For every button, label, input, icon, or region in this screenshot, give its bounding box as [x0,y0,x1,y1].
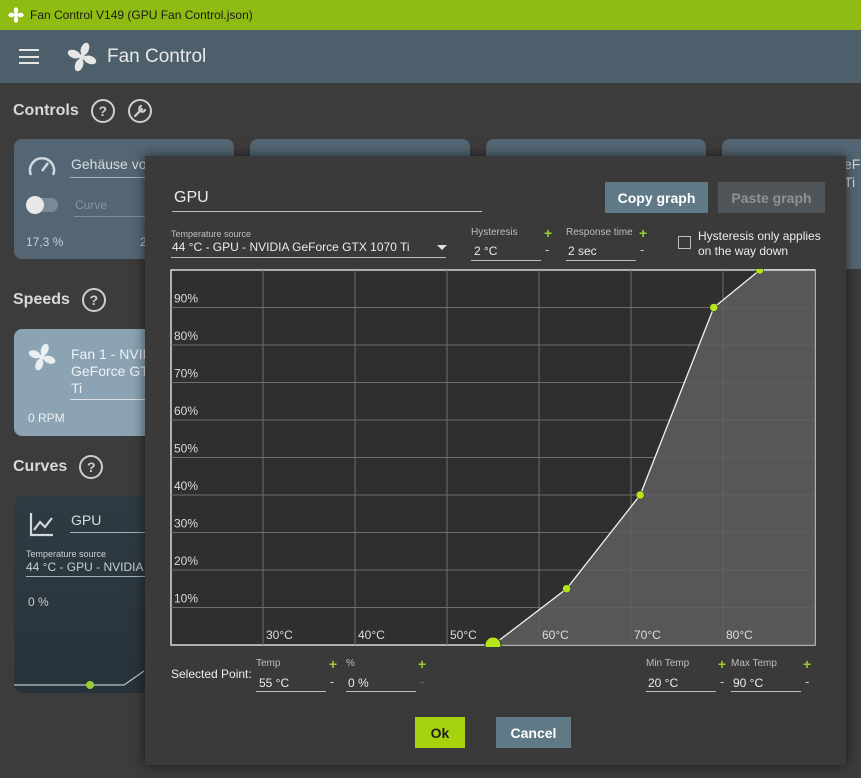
response-time-plus-button[interactable]: + [639,225,647,241]
help-icon[interactable]: ? [90,99,115,123]
hysteresis-down-label: Hysteresis only applies on the way down [698,229,821,258]
control-name-fragment: eFo [844,156,861,172]
selected-percent-minus-button: - [420,674,425,689]
y-tick-label: 50% [174,442,198,456]
max-temp-input[interactable]: 90 °C [733,676,763,690]
x-tick-label: 50°C [450,628,477,642]
x-tick-label: 60°C [542,628,569,642]
x-tick-label: 40°C [358,628,385,642]
section-title: Speeds [13,291,70,308]
selected-percent-label: % [346,658,355,669]
hysteresis-input[interactable]: 2 °C [474,244,497,258]
section-title: Curves [13,458,68,475]
y-tick-label: 80% [174,329,198,343]
response-time-label: Response time [566,227,633,238]
curve-name: GPU [71,512,102,528]
fan-logo-icon [67,42,97,71]
speed-rpm: 0 RPM [28,411,65,425]
window-title: Fan Control V149 (GPU Fan Control.json) [30,8,253,22]
speedometer-icon [28,157,56,176]
menu-icon[interactable] [19,49,39,64]
selected-percent-plus-button[interactable]: + [418,656,426,672]
y-tick-labels: 10% 20% 30% 40% 50% 60% 70% 80% 90% [174,292,198,606]
curve-editor-dialog: GPU Copy graph Paste graph Temperature s… [145,156,846,765]
selected-percent-input[interactable]: 0 % [348,676,369,690]
max-temp-label: Max Temp [731,658,777,669]
response-time-minus-button[interactable]: - [640,242,644,257]
app-header: Fan Control [0,30,861,83]
y-tick-label: 60% [174,404,198,418]
hysteresis-down-checkbox[interactable] [678,236,691,249]
max-temp-minus-button[interactable]: - [805,674,809,689]
y-tick-label: 10% [174,592,198,606]
paste-graph-button[interactable]: Paste graph [718,182,825,213]
curve-point[interactable] [562,584,571,593]
help-icon[interactable]: ? [81,288,106,312]
min-temp-plus-button[interactable]: + [718,656,726,672]
curve-name-input[interactable]: GPU [174,189,209,207]
hysteresis-plus-button[interactable]: + [544,225,552,241]
section-controls: Controls ? [13,98,153,124]
selected-temp-plus-button[interactable]: + [329,656,337,672]
x-tick-label: 70°C [634,628,661,642]
y-tick-label: 30% [174,517,198,531]
curve-point[interactable] [709,303,719,312]
y-tick-label: 70% [174,367,198,381]
hysteresis-label: Hysteresis [471,227,518,238]
selected-point-label: Selected Point: [171,667,252,681]
speed-name: Fan 1 - NVID [71,346,153,362]
response-time-input[interactable]: 2 sec [568,244,597,258]
curve-percent: 0 % [28,595,49,609]
chart-line-icon [29,513,53,537]
fan-icon [8,7,24,23]
wrench-icon[interactable] [127,98,153,124]
ok-button[interactable]: Ok [415,717,465,748]
curve-point[interactable] [635,490,645,500]
min-temp-input[interactable]: 20 °C [648,676,678,690]
help-icon[interactable]: ? [79,455,104,479]
window-titlebar: Fan Control V149 (GPU Fan Control.json) [0,0,861,30]
temperature-source-select[interactable]: 44 °C - GPU - NVIDIA GeForce GTX 1070 Ti [172,240,410,254]
control-percent: 17,3 % [26,235,64,249]
selected-temp-label: Temp [256,658,281,669]
cancel-button[interactable]: Cancel [496,717,571,748]
curve-source-label: Temperature source [26,549,107,559]
selected-temp-input[interactable]: 55 °C [259,676,289,690]
section-speeds: Speeds ? [13,288,106,312]
control-mode: Curve [75,198,108,212]
speed-name: GeForce GT [71,363,149,379]
max-temp-plus-button[interactable]: + [803,656,811,672]
hysteresis-minus-button[interactable]: - [545,242,549,257]
x-tick-label: 80°C [726,628,753,642]
copy-graph-button[interactable]: Copy graph [605,182,708,213]
min-temp-minus-button[interactable]: - [720,674,724,689]
selected-temp-minus-button[interactable]: - [330,674,334,689]
control-toggle[interactable] [26,196,58,214]
speed-name: Ti [71,380,83,396]
x-tick-label: 30°C [266,628,293,642]
app-title: Fan Control [107,45,207,67]
fan-icon [28,343,56,371]
y-tick-label: 20% [174,554,198,568]
chevron-down-icon[interactable] [437,245,447,250]
section-curves: Curves ? [13,455,104,479]
control-name: Gehäuse vo [71,156,147,172]
section-title: Controls [13,102,79,119]
curve-graph[interactable]: 10% 20% 30% 40% 50% 60% 70% 80% 90% 30°C 40°C 50°C… [170,269,817,647]
curve-source-value: 44 °C - GPU - NVIDIA G [26,560,156,574]
y-tick-label: 40% [174,479,198,493]
min-temp-label: Min Temp [646,658,690,669]
y-tick-label: 90% [174,292,198,306]
temperature-source-label: Temperature source [171,229,252,239]
